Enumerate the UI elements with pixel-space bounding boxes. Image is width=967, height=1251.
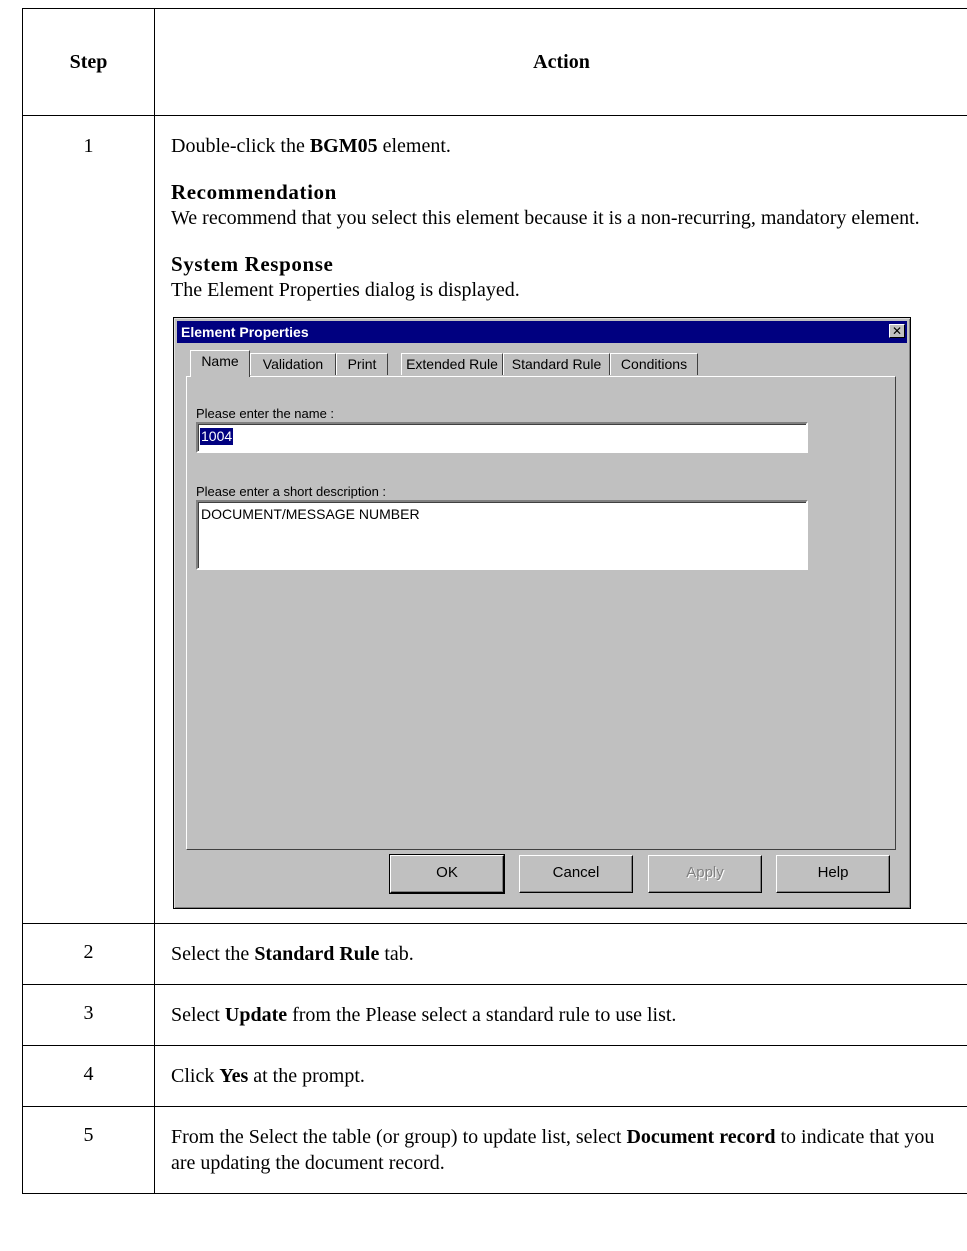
dialog-titlebar: Element Properties ✕ — [177, 321, 907, 343]
table-row: 2 Select the Standard Rule tab. — [22, 923, 967, 985]
tab-name[interactable]: Name — [190, 350, 250, 377]
action-text: Double-click the BGM05 element. — [171, 135, 451, 157]
action-text: From the Select the table (or group) to … — [171, 1126, 935, 1174]
recommendation-heading: Recommendation — [171, 180, 337, 204]
table-header-row: Step Action — [22, 8, 967, 116]
step-number: 2 — [22, 923, 155, 985]
tab-conditions[interactable]: Conditions — [610, 353, 698, 375]
element-properties-dialog: Element Properties ✕ Name Validation Pri… — [173, 317, 911, 909]
action-column-header: Action — [154, 8, 967, 116]
system-response-text: The Element Properties dialog is display… — [171, 279, 520, 301]
recommendation-text: We recommend that you select this elemen… — [171, 207, 920, 229]
step-number: 1 — [22, 115, 155, 924]
action-text: Select the Standard Rule tab. — [171, 943, 414, 965]
cancel-button[interactable]: Cancel — [519, 855, 633, 893]
steps-table: Step Action 1 Double-click the BGM05 ele… — [22, 8, 967, 1194]
name-input-value: 1004 — [200, 428, 234, 445]
action-cell: Select Update from the Please select a s… — [154, 984, 967, 1046]
tab-extended-rule[interactable]: Extended Rule — [401, 353, 503, 375]
apply-button[interactable]: Apply — [648, 855, 762, 893]
step-column-header: Step — [22, 8, 155, 116]
action-cell: Click Yes at the prompt. — [154, 1045, 967, 1107]
step-number: 5 — [22, 1106, 155, 1194]
system-response-heading: System Response — [171, 252, 334, 276]
description-input[interactable]: DOCUMENT/MESSAGE NUMBER — [196, 500, 808, 570]
table-row: 1 Double-click the BGM05 element. Recomm… — [22, 115, 967, 924]
tab-print[interactable]: Print — [336, 353, 388, 375]
description-input-value: DOCUMENT/MESSAGE NUMBER — [201, 506, 420, 522]
table-row: 5 From the Select the table (or group) t… — [22, 1106, 967, 1194]
step-number: 3 — [22, 984, 155, 1046]
step-number: 4 — [22, 1045, 155, 1107]
action-text: Select Update from the Please select a s… — [171, 1004, 677, 1026]
action-cell: Select the Standard Rule tab. — [154, 923, 967, 985]
action-cell: Double-click the BGM05 element. Recommen… — [154, 115, 967, 924]
tab-standard-rule[interactable]: Standard Rule — [503, 353, 610, 375]
dialog-title: Element Properties — [181, 324, 309, 340]
ok-button[interactable]: OK — [389, 854, 505, 894]
action-cell: From the Select the table (or group) to … — [154, 1106, 967, 1194]
help-button[interactable]: Help — [776, 855, 890, 893]
name-input[interactable]: 1004 — [196, 422, 808, 453]
action-text: Click Yes at the prompt. — [171, 1065, 365, 1087]
tab-validation[interactable]: Validation — [250, 353, 336, 375]
table-row: 3 Select Update from the Please select a… — [22, 984, 967, 1046]
table-row: 4 Click Yes at the prompt. — [22, 1045, 967, 1107]
close-icon[interactable]: ✕ — [889, 324, 905, 338]
